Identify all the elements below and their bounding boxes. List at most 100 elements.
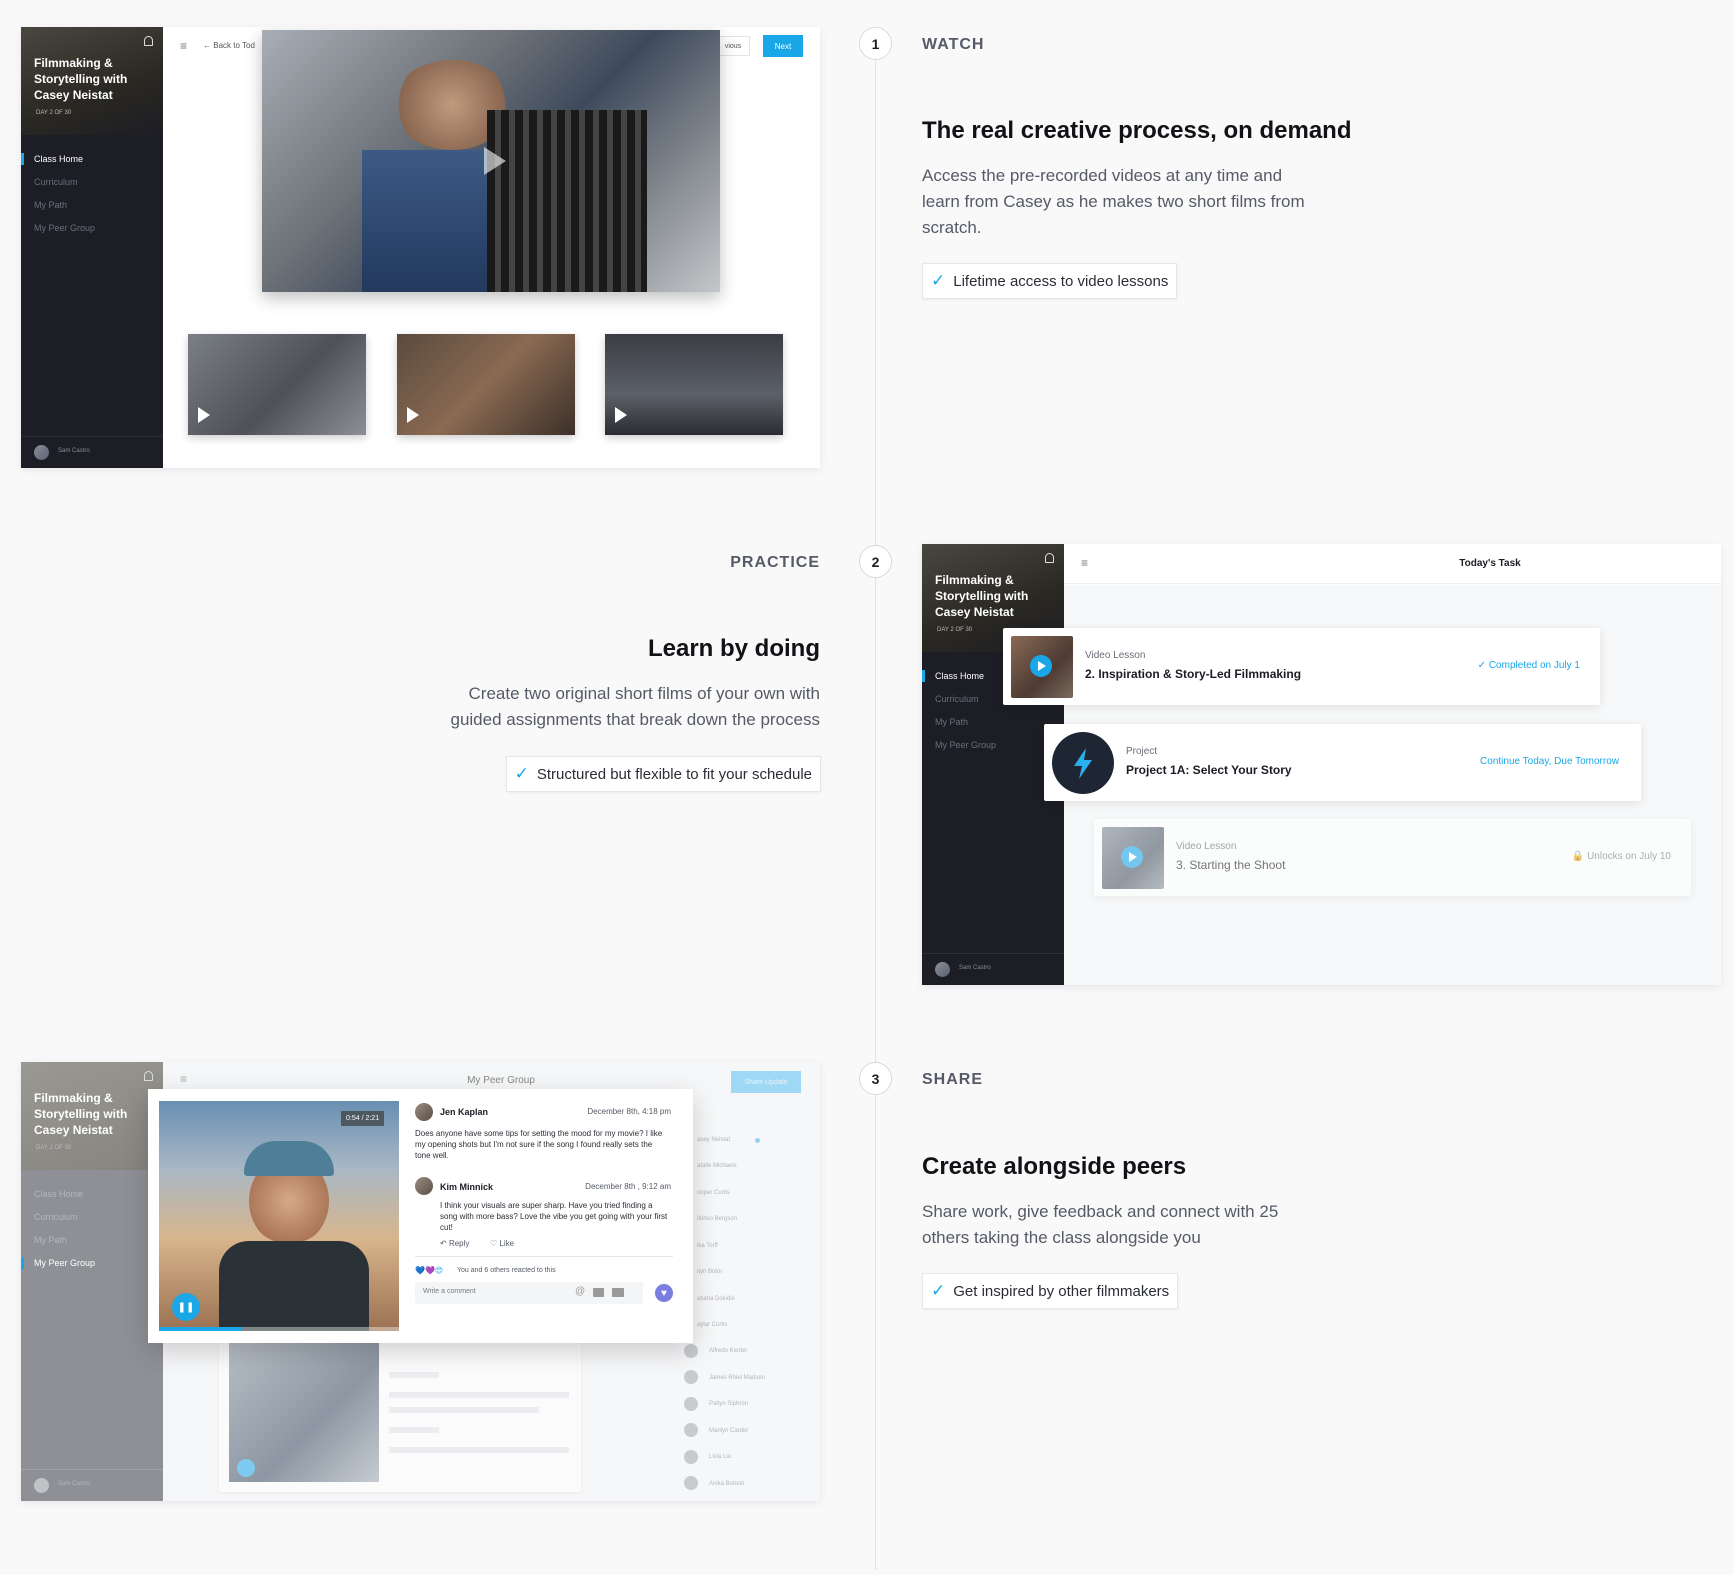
sidebar: Filmmaking & Storytelling with Casey Nei… [922, 544, 1064, 985]
page-title: Today's Task [1459, 558, 1521, 569]
peer-name[interactable]: ityn Botor [697, 1269, 722, 1275]
video-timestamp: 0:54 / 2:21 [341, 1111, 385, 1126]
peer-name[interactable]: James Rhiel Madsen [709, 1375, 765, 1381]
comment-date: December 8th , 9:12 am [585, 1182, 671, 1191]
nav-curriculum[interactable]: Curriculum [34, 1212, 78, 1222]
peer-avatar [684, 1423, 698, 1437]
peer-name[interactable]: atalie Michaels [697, 1163, 737, 1169]
menu-icon[interactable]: ≡ [1081, 556, 1088, 570]
peer-name[interactable]: Marilyn Carder [709, 1428, 748, 1434]
video-thumbnail-2[interactable] [397, 334, 575, 435]
peer-name[interactable]: Paityn Siphron [709, 1401, 748, 1407]
peer-name[interactable]: Alfredo Kenter [709, 1348, 747, 1354]
reaction-icons[interactable]: 💙💜😍 [415, 1266, 443, 1275]
peer-name[interactable]: atiana Dokidis [697, 1296, 735, 1302]
nav-class-home[interactable]: Class Home [34, 1189, 83, 1199]
check-icon: ✓ [931, 271, 946, 290]
commenter-name[interactable]: Jen Kaplan [440, 1107, 488, 1117]
commenter-avatar[interactable] [415, 1103, 433, 1121]
like-button[interactable]: ♡ Like [490, 1239, 514, 1248]
back-link[interactable]: ← Back to Tod [203, 41, 255, 50]
nav-my-peer-group[interactable]: My Peer Group [34, 223, 95, 233]
nav-curriculum[interactable]: Curriculum [935, 694, 979, 704]
user-name: Sam Castro [58, 448, 90, 454]
task-status: ✓ Completed on July 1 [1478, 660, 1580, 671]
share-screenshot: Filmmaking & Storytelling with Casey Nei… [21, 1062, 820, 1501]
heart-icon: ♡ [490, 1239, 500, 1248]
sidebar-footer: Sam Castro [21, 1469, 163, 1501]
peer-name[interactable]: asey Neistat [697, 1137, 730, 1143]
nav-class-home[interactable]: Class Home [34, 154, 83, 164]
feature-chip-text: Get inspired by other filmmakers [953, 1282, 1170, 1300]
progress-fill [159, 1327, 241, 1331]
nav-my-path[interactable]: My Path [34, 1235, 67, 1245]
task-title: 2. Inspiration & Story-Led Filmmaking [1085, 667, 1302, 681]
heart-reaction-button[interactable]: ♥ [655, 1284, 673, 1302]
bell-icon[interactable] [144, 1071, 153, 1081]
avatar[interactable] [34, 1478, 49, 1493]
check-icon: ✓ [931, 1281, 946, 1300]
comment-date: December 8th, 4:18 pm [587, 1107, 671, 1116]
commenter-avatar[interactable] [415, 1177, 433, 1195]
menu-icon[interactable]: ≡ [180, 1072, 187, 1086]
progress-track[interactable] [159, 1327, 399, 1331]
peer-name[interactable]: Anika Botosh [709, 1481, 744, 1487]
play-icon[interactable] [484, 147, 506, 175]
avatar[interactable] [935, 962, 950, 977]
nav-my-peer-group[interactable]: My Peer Group [935, 740, 996, 750]
nav-active-indicator [21, 1257, 24, 1269]
image-icon[interactable] [593, 1288, 604, 1297]
share-update-button[interactable]: Share Update [731, 1071, 801, 1093]
feature-chip-share: ✓ Get inspired by other filmmakers [922, 1273, 1179, 1309]
nav-class-home[interactable]: Class Home [935, 671, 984, 681]
bell-icon[interactable] [1045, 553, 1054, 563]
bell-icon[interactable] [144, 36, 153, 46]
pause-icon[interactable]: ❚❚ [172, 1293, 200, 1321]
video-thumbnail-1[interactable] [188, 334, 366, 435]
peer-name[interactable]: aylar Curtis [697, 1322, 727, 1328]
reply-button[interactable]: ↶ Reply [440, 1239, 469, 1248]
peer-name[interactable]: ifonso Bergson [697, 1216, 737, 1222]
nav-curriculum[interactable]: Curriculum [34, 177, 78, 187]
mention-icon[interactable]: @ [575, 1286, 585, 1297]
main-video[interactable] [262, 30, 720, 292]
nav-my-path[interactable]: My Path [935, 717, 968, 727]
day-label: DAY 2 OF 30 [36, 110, 72, 116]
peer-name[interactable]: ooper Curtis [697, 1190, 730, 1196]
post-image [229, 1332, 379, 1482]
task-type: Project [1126, 746, 1158, 757]
reactions-summary[interactable]: You and 6 others reacted to this [457, 1267, 556, 1274]
sidebar-footer: Sam Castro [922, 953, 1064, 985]
play-icon [1121, 846, 1143, 868]
step-description-share: Share work, give feedback and connect wi… [922, 1202, 1279, 1247]
check-icon: ✓ [514, 764, 529, 783]
video-thumbnail-3[interactable] [605, 334, 783, 435]
previous-button[interactable]: vious [716, 36, 750, 56]
person-cap [244, 1141, 334, 1176]
step-description-practice: Create two original short films of your … [450, 684, 820, 729]
trash-can [487, 110, 647, 292]
task-status-text: Completed on July 1 [1488, 660, 1580, 671]
task-title: Project 1A: Select Your Story [1126, 763, 1292, 777]
task-card-completed[interactable]: Video Lesson 2. Inspiration & Story-Led … [1003, 628, 1600, 705]
avatar[interactable] [34, 445, 49, 460]
nav-my-path[interactable]: My Path [34, 200, 67, 210]
menu-icon[interactable]: ≡ [180, 39, 187, 53]
comment-input[interactable]: Write a comment @ [415, 1282, 643, 1304]
placeholder-line [389, 1372, 439, 1378]
task-card-project[interactable]: Project Project 1A: Select Your Story Co… [1044, 724, 1641, 801]
peer-name[interactable]: Livia Liu [709, 1454, 731, 1460]
post-video[interactable]: 0:54 / 2:21 ❚❚ [159, 1101, 399, 1331]
video-icon[interactable] [612, 1288, 624, 1297]
like-label: Like [499, 1239, 515, 1248]
practice-screenshot: Filmmaking & Storytelling with Casey Nei… [922, 544, 1721, 985]
nav-my-peer-group[interactable]: My Peer Group [34, 1258, 95, 1268]
next-button[interactable]: Next [763, 35, 803, 57]
step-label-watch: WATCH [922, 36, 985, 53]
commenter-name[interactable]: Kim Minnick [440, 1182, 493, 1192]
play-icon [237, 1459, 255, 1477]
peer-avatar [684, 1344, 698, 1358]
peer-name[interactable]: ika Torff [697, 1243, 718, 1249]
post-popup: 0:54 / 2:21 ❚❚ Jen Kaplan December 8th, … [148, 1089, 693, 1343]
reply-icon: ↶ [440, 1239, 449, 1248]
